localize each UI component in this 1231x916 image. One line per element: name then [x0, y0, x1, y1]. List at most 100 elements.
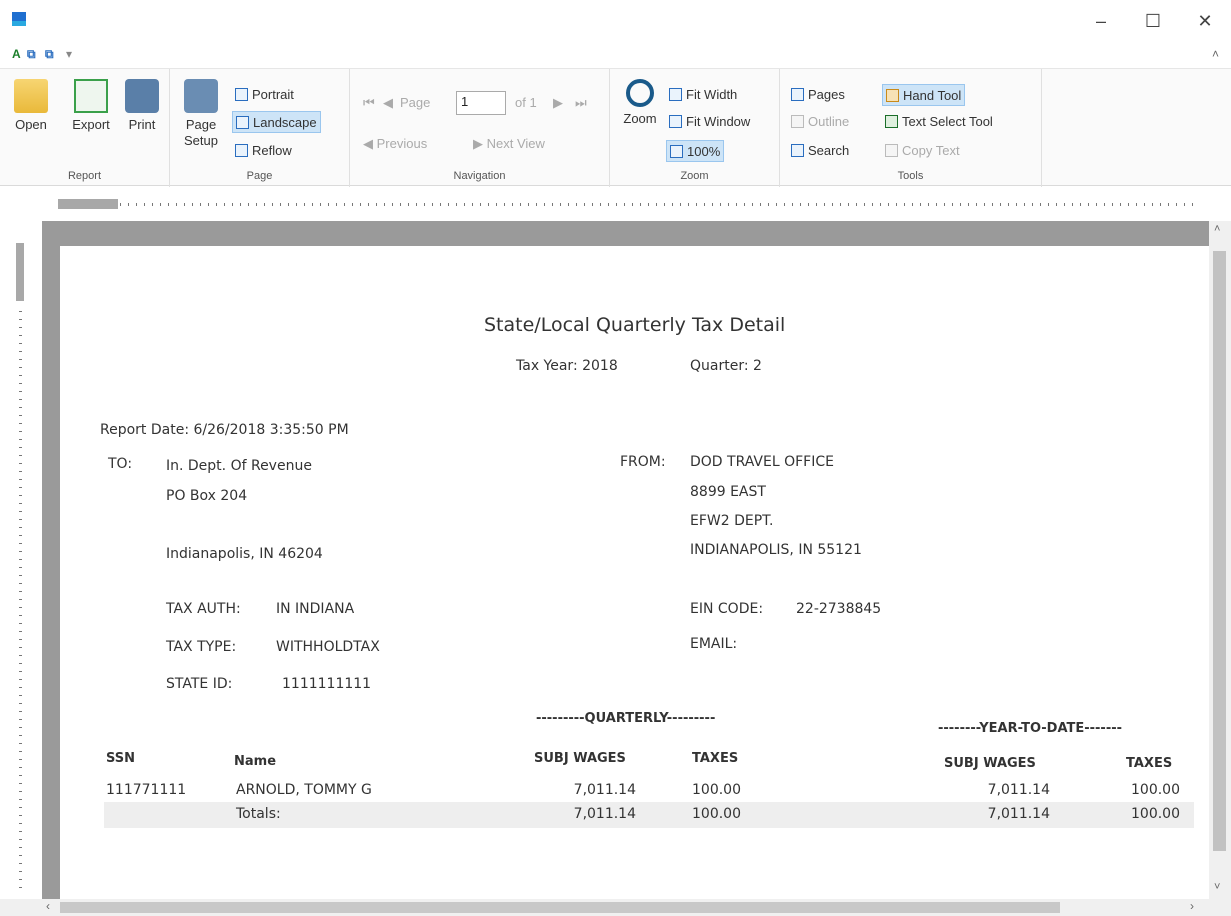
- collapse-ribbon-icon[interactable]: ˄: [1212, 47, 1219, 61]
- ruler-tick: [944, 203, 945, 206]
- page-setup-button[interactable]: Page Setup: [178, 79, 224, 149]
- preview-icon[interactable]: ⧉: [45, 47, 54, 62]
- landscape-button[interactable]: Landscape: [232, 111, 321, 133]
- ruler-tick: [792, 203, 793, 206]
- print-button[interactable]: Print: [120, 79, 164, 132]
- ruler-tick: [976, 203, 977, 206]
- ruler-tick: [136, 203, 137, 206]
- export-button[interactable]: Export: [66, 79, 116, 132]
- horizontal-scrollbar[interactable]: ‹ ›: [0, 899, 1231, 916]
- scroll-down-icon[interactable]: ˅: [1214, 881, 1220, 893]
- scroll-right-icon[interactable]: ›: [1190, 899, 1194, 913]
- ruler-tick: [256, 203, 257, 206]
- ruler-tick: [744, 203, 745, 206]
- ruler-tick: [272, 203, 273, 206]
- next-view-button[interactable]: ▶ Next View: [470, 133, 548, 155]
- ytd-header: --------YEAR-TO-DATE-------: [938, 721, 1123, 736]
- ruler-tick: [808, 203, 809, 206]
- customize-qat-icon[interactable]: ▾: [66, 47, 72, 61]
- ruler-tick: [19, 359, 22, 360]
- next-page-icon[interactable]: ▶: [550, 92, 566, 114]
- ruler-tick: [19, 543, 22, 544]
- horizontal-scroll-thumb[interactable]: [60, 902, 1060, 913]
- ruler-tick: [800, 203, 801, 206]
- ruler-tick: [1024, 203, 1025, 206]
- ruler-tick: [232, 203, 233, 206]
- ruler-tick: [592, 203, 593, 206]
- reflow-button[interactable]: Reflow: [232, 140, 295, 162]
- pages-label: Pages: [808, 87, 845, 102]
- previous-view-label: Previous: [376, 136, 428, 151]
- ruler-tick: [19, 551, 22, 552]
- page-setup-label-1: Page: [185, 117, 217, 132]
- ruler-tick: [19, 815, 22, 816]
- maximize-button[interactable]: ☐: [1133, 8, 1173, 34]
- ruler-tick: [760, 203, 761, 206]
- ruler-tick: [288, 203, 289, 206]
- ruler-tick: [1040, 203, 1041, 206]
- ruler-tick: [712, 203, 713, 206]
- page-number-input[interactable]: 1: [456, 91, 506, 115]
- ruler-tick: [19, 703, 22, 704]
- text-select-icon: [885, 115, 898, 128]
- tools-group-label: Tools: [897, 170, 924, 182]
- ruler-tick: [19, 759, 22, 760]
- ein-label: EIN CODE:: [690, 601, 764, 617]
- zoom-page-icon[interactable]: ⧉: [27, 47, 36, 62]
- ruler-tick: [504, 203, 505, 206]
- document-viewport[interactable]: State/Local Quarterly Tax Detail Tax Yea…: [42, 221, 1209, 899]
- text-tool-icon[interactable]: A: [12, 47, 21, 61]
- pages-button[interactable]: Pages: [788, 84, 848, 106]
- ruler-tick: [19, 503, 22, 504]
- scroll-left-icon[interactable]: ‹: [46, 899, 50, 913]
- text-select-button[interactable]: Text Select Tool: [882, 111, 996, 133]
- ruler-tick: [752, 203, 753, 206]
- row-ytd-wages: 7,011.14: [987, 782, 1050, 798]
- ruler-tick: [552, 203, 553, 206]
- zoom-100-button[interactable]: 100%: [666, 140, 725, 162]
- ruler-tick: [920, 203, 921, 206]
- fit-window-button[interactable]: Fit Window: [666, 111, 753, 133]
- ruler-tick: [19, 487, 22, 488]
- minimize-button[interactable]: –: [1081, 8, 1121, 34]
- ruler-tick: [376, 203, 377, 206]
- portrait-label: Portrait: [252, 87, 294, 102]
- ruler-tick: [19, 423, 22, 424]
- ruler-tick: [304, 203, 305, 206]
- last-page-icon[interactable]: ⏭: [572, 92, 590, 114]
- outline-button[interactable]: Outline: [788, 111, 852, 133]
- ruler-tick: [19, 343, 22, 344]
- zoom-button[interactable]: Zoom: [618, 79, 662, 126]
- ruler-tick: [1080, 203, 1081, 206]
- first-page-icon[interactable]: ⏮: [360, 92, 378, 114]
- ribbon: Open Export Print Report Page Setup Port…: [0, 68, 1231, 187]
- vertical-scrollbar[interactable]: ˄ ˅: [1209, 221, 1231, 899]
- search-button[interactable]: Search: [788, 140, 852, 162]
- reflow-label: Reflow: [252, 143, 292, 158]
- ruler-tick: [1192, 203, 1193, 206]
- vertical-scroll-thumb[interactable]: [1213, 251, 1226, 851]
- ruler-tick: [19, 479, 22, 480]
- ruler-tick: [19, 735, 22, 736]
- fit-width-button[interactable]: Fit Width: [666, 84, 740, 106]
- copy-icon: [885, 144, 898, 157]
- scroll-up-icon[interactable]: ˄: [1214, 223, 1220, 235]
- ruler-tick: [584, 203, 585, 206]
- from-line: EFW2 DEPT.: [690, 513, 774, 529]
- ruler-tick: [936, 203, 937, 206]
- email-label: EMAIL:: [690, 636, 738, 652]
- ruler-tick: [19, 495, 22, 496]
- close-button[interactable]: ✕: [1185, 8, 1225, 34]
- pages-icon: [791, 88, 804, 101]
- open-button[interactable]: Open: [10, 79, 52, 132]
- ruler-tick: [1016, 203, 1017, 206]
- open-label: Open: [15, 117, 47, 132]
- prev-page-icon[interactable]: ◀: [380, 92, 396, 114]
- portrait-button[interactable]: Portrait: [232, 84, 297, 106]
- previous-view-button[interactable]: ◀ Previous: [360, 133, 430, 155]
- fit-window-label: Fit Window: [686, 114, 751, 129]
- copy-text-button[interactable]: Copy Text: [882, 140, 963, 162]
- hand-tool-button[interactable]: Hand Tool: [882, 84, 966, 106]
- search-icon: [791, 144, 804, 157]
- ruler-tick: [968, 203, 969, 206]
